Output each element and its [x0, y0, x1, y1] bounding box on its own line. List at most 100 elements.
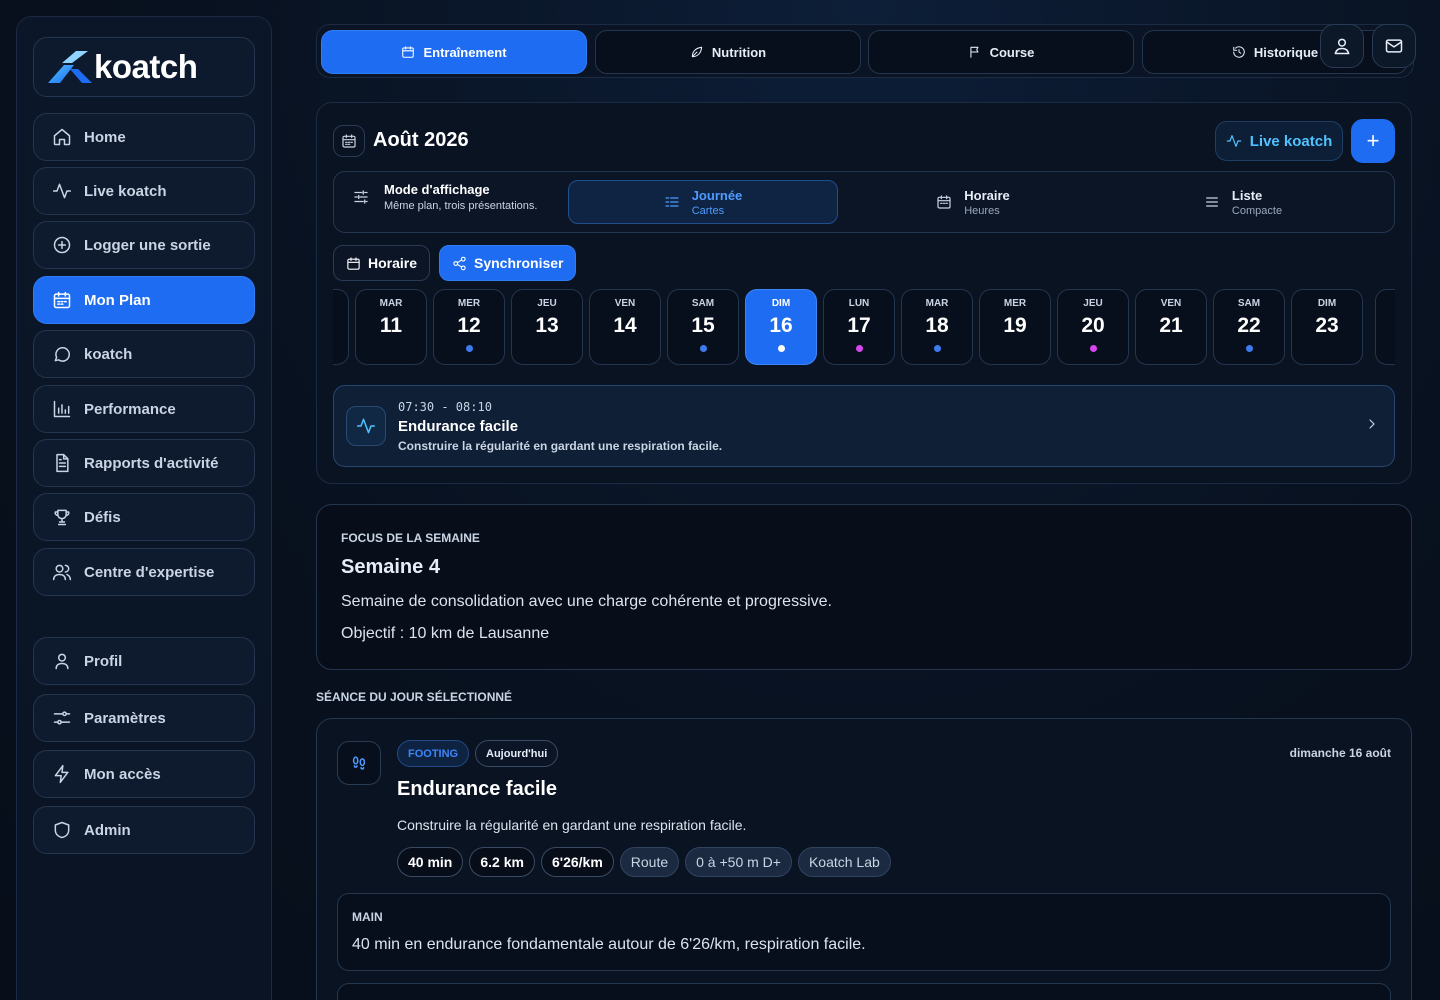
- day-card[interactable]: MER 12: [433, 289, 505, 365]
- day-card[interactable]: DIM 16: [745, 289, 817, 365]
- day-number: 23: [1315, 314, 1339, 337]
- session-detail-description: Construire la régularité en gardant une …: [397, 817, 747, 833]
- day-card[interactable]: JEU 20: [1057, 289, 1129, 365]
- sidebar-item-profil[interactable]: Profil: [33, 637, 255, 685]
- day-name: MER: [1003, 298, 1027, 309]
- sidebar-item-logger-sortie[interactable]: Logger une sortie: [33, 221, 255, 269]
- mode-option-label: Horaire: [964, 187, 1010, 203]
- day-name: VEN: [614, 298, 636, 309]
- tab-nutrition[interactable]: Nutrition: [595, 30, 861, 74]
- day-card[interactable]: JEU 13: [511, 289, 583, 365]
- add-session-button[interactable]: +: [1351, 119, 1395, 163]
- sidebar-item-mon-acces[interactable]: Mon accès: [33, 750, 255, 798]
- sidebar-item-label: Performance: [84, 400, 176, 418]
- mode-option-liste[interactable]: Liste Compacte: [1108, 180, 1378, 224]
- day-number: 17: [847, 314, 871, 337]
- main-block-text: 40 min en endurance fondamentale autour …: [352, 936, 866, 953]
- day-card-partial[interactable]: [333, 289, 349, 365]
- mode-option-label: Liste: [1231, 187, 1263, 203]
- session-dot: [777, 345, 785, 352]
- day-card[interactable]: MAR 18: [901, 289, 973, 365]
- day-card[interactable]: MAR 11: [355, 289, 427, 365]
- main-block-label: MAIN: [352, 910, 383, 924]
- koatch-logo-icon: [48, 51, 92, 83]
- session-date: dimanche 16 août: [1289, 746, 1391, 760]
- share-icon: [453, 256, 466, 270]
- sidebar-item-home[interactable]: Home: [33, 113, 255, 161]
- sidebar-item-label: Paramètres: [84, 709, 166, 727]
- day-card[interactable]: DIM 23: [1291, 289, 1363, 365]
- focus-objective: Objectif : 10 km de Lausanne: [341, 625, 550, 642]
- sidebar-item-label: Live koatch: [84, 182, 167, 200]
- sidebar-item-mon-plan[interactable]: Mon Plan: [33, 276, 255, 324]
- sidebar-item-centre-expertise[interactable]: Centre d'expertise: [33, 548, 255, 596]
- calendar-icon: [53, 291, 71, 309]
- day-card[interactable]: SAM 15: [667, 289, 739, 365]
- session-metrics: 40 min 6.2 km 6'26/km Route 0 à +50 m D+ Koat…: [397, 847, 891, 877]
- brand-name: koatch: [94, 48, 198, 85]
- day-number: 16: [769, 314, 793, 337]
- list-check-icon: [665, 197, 679, 207]
- session-dot: [933, 345, 941, 352]
- display-mode-bar: Mode d'affichage Même plan, trois présen…: [333, 171, 1395, 233]
- day-card[interactable]: SAM 22: [1213, 289, 1285, 365]
- display-mode-title: Mode d'affichage: [384, 182, 490, 197]
- sidebar-item-label: Admin: [84, 821, 131, 839]
- sidebar-item-label: Rapports d'activité: [84, 454, 219, 472]
- shield-icon: [54, 821, 70, 839]
- calendar-icon-box: [333, 125, 365, 157]
- metric-pill: 6.2 km: [469, 847, 535, 877]
- mode-option-sub: Cartes: [691, 204, 725, 217]
- day-name: DIM: [771, 298, 791, 309]
- users-icon: [52, 564, 72, 581]
- display-mode-subtitle: Même plan, trois présentations.: [384, 200, 538, 212]
- activity-icon: [356, 418, 376, 434]
- logo[interactable]: koatch: [33, 37, 255, 97]
- horaire-label: Horaire: [368, 255, 418, 271]
- day-card-partial[interactable]: [1375, 289, 1395, 365]
- day-card[interactable]: MER 19: [979, 289, 1051, 365]
- tab-course[interactable]: Course: [868, 30, 1134, 74]
- bar-chart-icon: [53, 400, 71, 418]
- session-dot: [855, 345, 863, 352]
- sync-button[interactable]: Synchroniser: [439, 245, 577, 281]
- tab-historique[interactable]: Historique: [1142, 30, 1408, 74]
- sidebar-item-performance[interactable]: Performance: [33, 385, 255, 433]
- main-block: MAIN 40 min en endurance fondamentale au…: [337, 893, 1391, 971]
- calendar-icon: [937, 195, 951, 209]
- profile-button[interactable]: [1320, 24, 1364, 68]
- mail-button[interactable]: [1372, 24, 1416, 68]
- sidebar-item-defis[interactable]: Défis: [33, 493, 255, 541]
- day-name: JEU: [1083, 298, 1103, 309]
- day-card[interactable]: LUN 17: [823, 289, 895, 365]
- mode-option-journee[interactable]: Journée Cartes: [568, 180, 838, 224]
- day-number: 12: [457, 314, 481, 337]
- month-title: Août 2026: [373, 129, 469, 151]
- sidebar-item-label: Home: [84, 128, 126, 146]
- sidebar-item-label: koatch: [84, 345, 133, 363]
- mode-option-horaire[interactable]: Horaire Heures: [838, 180, 1108, 224]
- sidebar-item-rapports[interactable]: Rapports d'activité: [33, 439, 255, 487]
- session-row[interactable]: 07:30 - 08:10 Endurance facile Construir…: [333, 385, 1395, 467]
- sidebar-item-admin[interactable]: Admin: [33, 806, 255, 854]
- sidebar-item-live-koatch[interactable]: Live koatch: [33, 167, 255, 215]
- tab-entrainement[interactable]: Entraînement: [321, 30, 587, 74]
- top-tabs: Entraînement Nutrition Course Historique: [316, 24, 1414, 78]
- sidebar-item-parametres[interactable]: Paramètres: [33, 694, 255, 742]
- sidebar-item-label: Défis: [84, 508, 121, 526]
- selected-day-section-label: SÉANCE DU JOUR SÉLECTIONNÉ: [316, 690, 513, 704]
- day-card[interactable]: VEN 21: [1135, 289, 1207, 365]
- mode-option-sub: Compacte: [1231, 204, 1283, 217]
- day-name: MAR: [379, 298, 403, 309]
- horaire-button[interactable]: Horaire: [333, 245, 431, 281]
- sidebar-item-label: Centre d'expertise: [84, 563, 215, 581]
- session-description: Construire la régularité en gardant une …: [398, 439, 723, 453]
- today-badge: Aujourd'hui: [475, 740, 559, 767]
- focus-description: Semaine de consolidation avec une charge…: [341, 593, 832, 610]
- live-koatch-button[interactable]: Live koatch: [1215, 121, 1343, 161]
- home-icon: [53, 128, 71, 146]
- sidebar-item-koatch[interactable]: koatch: [33, 330, 255, 378]
- day-name: DIM: [1317, 298, 1337, 309]
- footsteps-icon: [352, 756, 366, 770]
- day-card[interactable]: VEN 14: [589, 289, 661, 365]
